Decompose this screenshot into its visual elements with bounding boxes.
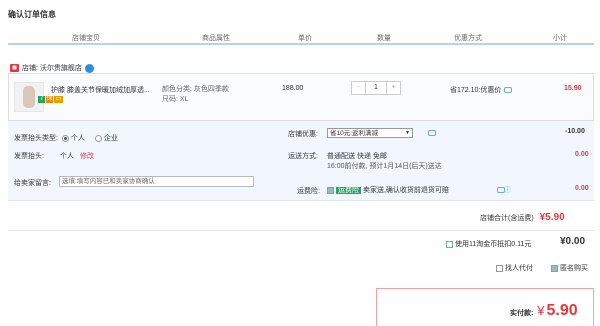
message-input[interactable]: 选填:填写内容已和卖家协商确认 [59,176,254,187]
invoice-head-value: 个人 [59,153,74,160]
pay-amount: 5.90 [546,302,578,319]
anonymous-checkbox[interactable] [551,264,558,272]
item-subtotal: 15.90 [564,85,582,92]
shop-total-value: ¥5.90 [539,212,565,223]
qty-plus-button[interactable]: + [387,82,400,94]
anonymous-label: 匿名购买 [560,265,588,272]
col-header-item: 店铺宝贝 [72,35,100,42]
guarantee-icon: 保 [46,96,53,103]
divider [8,230,594,231]
unit-price: 188.00 [282,85,304,92]
pay-row: 实付款: ¥ 5.90 [510,302,578,320]
coins-value: ¥0.00 [560,236,586,247]
proxy-pay-checkbox[interactable] [496,264,503,272]
insurance-amount: 0.00 [575,185,589,192]
shop-discount-amount: -10.00 [565,128,585,135]
invoice-head-label: 发票抬头: [14,153,44,160]
insurance-row: 运费险 卖家送,确认收货前退货可赔 [327,185,449,195]
table-header: 店铺宝贝 商品属性 单价 数量 优惠方式 小计 [8,30,594,45]
proxy-pay-label: 找人代付 [505,265,533,272]
shop-discount-select[interactable]: 省10元:返利满减 [327,128,413,138]
col-header-price: 单价 [298,35,312,42]
shop-discount-label: 店铺优惠: [288,131,318,138]
discount-comment-icon[interactable] [428,130,436,136]
qty-input[interactable]: 1 [364,82,388,94]
col-header-subtotal: 小计 [553,35,567,42]
insurance-checkbox[interactable] [327,186,334,194]
product-name[interactable]: 护膝 膝盖关节保暖加绒加厚透... [51,85,154,95]
shipping-eta: 16:00前付款, 预计1月14日(后天)送达 [327,163,442,170]
pay-currency: ¥ [537,303,545,318]
message-label: 给卖家留言: [14,180,51,187]
service-badges: 7 保 ▭ [38,96,63,103]
coins-row: 使用11淘金币抵扣0.11元 [446,239,531,249]
shop-total-row: 店铺合计(含运费) ¥5.90 [480,212,565,223]
invoice-head-row: 发票抬头: 个人 修改 [14,151,94,161]
shipping-label: 运送方式: [288,153,318,160]
seven-day-return-icon: 7 [38,96,45,103]
col-header-promo: 优惠方式 [454,35,482,42]
shop-row: ◼ 店铺: 沃尔贵旗舰店 [10,63,94,73]
product-size: 尺码: XL [162,96,189,103]
insurance-text: 卖家送,确认收货前退货可赔 [362,187,449,194]
card-icon: ▭ [54,96,63,103]
proxy-pay-option: 找人代付 [496,263,533,273]
insurance-label: 运费险: [297,188,320,195]
insurance-tag: 运费险 [336,187,361,194]
shipping-method: 普通配送 快递 免邮 [327,153,387,160]
order-item-box [8,73,594,121]
chat-icon[interactable] [84,63,94,73]
product-color: 颜色分类: 灰色四季款 [162,86,229,93]
coins-checkbox[interactable] [446,240,453,248]
shipping-amount: 0.00 [575,151,589,158]
promo-info: 省172.10:优惠价 [450,85,513,95]
anonymous-option: 匿名购买 [551,263,588,273]
radio-company-label: 企业 [103,135,118,142]
radio-personal[interactable] [61,134,69,142]
coins-label: 使用11淘金币抵扣0.11元 [455,241,532,248]
qty-minus-button[interactable]: - [352,82,365,94]
quantity-stepper: - 1 + [351,81,401,95]
shop-total-label: 店铺合计(含运费) [480,215,534,222]
pay-label: 实付款: [510,310,534,317]
shop-name[interactable]: 店铺: 沃尔贵旗舰店 [22,63,82,73]
radio-company[interactable] [94,134,102,142]
comment-icon[interactable] [504,87,513,94]
col-header-attr: 商品属性 [202,35,230,42]
page-title: 确认订单信息 [8,10,56,19]
invoice-edit-link[interactable]: 修改 [80,153,94,160]
invoice-type-row: 发票抬头类型: 个人 企业 [14,133,118,143]
shop-icon: ◼ [10,64,19,72]
col-header-qty: 数量 [377,35,391,42]
promo-text: 省172.10:优惠价 [450,87,502,94]
invoice-type-label: 发票抬头类型: [14,135,58,142]
help-icon[interactable]: ⓘ [504,185,511,195]
radio-personal-label: 个人 [70,135,85,142]
